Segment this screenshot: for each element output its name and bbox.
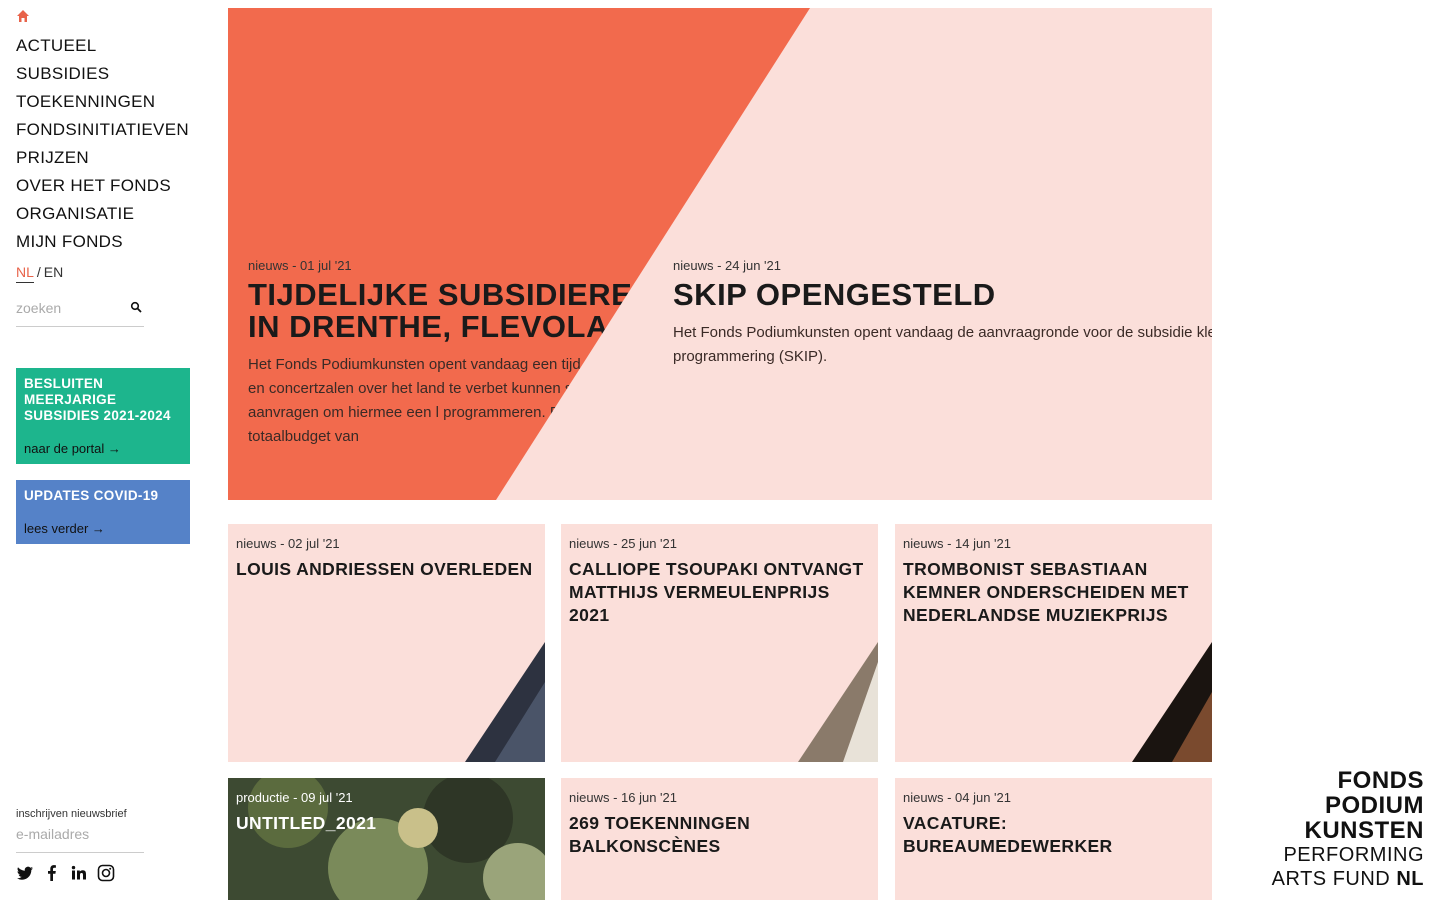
- newsletter-label: inschrijven nieuwsbrief: [16, 808, 127, 820]
- article-meta: nieuws - 02 jul '21: [236, 536, 340, 551]
- sidebar: ACTUEEL SUBSIDIES TOEKENNINGEN FONDSINIT…: [0, 0, 210, 900]
- promo-meerjarige-subsidies[interactable]: BESLUITEN MEERJARIGE SUBSIDIES 2021-2024…: [16, 368, 190, 464]
- news-card[interactable]: nieuws - 02 jul '21 LOUIS ANDRIESSEN OVE…: [228, 524, 545, 762]
- article-meta: nieuws - 14 jun '21: [903, 536, 1011, 551]
- article-title: 269 TOEKENNINGEN BALKONSCÈNES: [569, 813, 751, 856]
- home-icon[interactable]: [16, 9, 30, 23]
- news-card[interactable]: nieuws - 14 jun '21 TROMBONIST SEBASTIAA…: [895, 524, 1212, 762]
- nav-item-fondsinitiatieven[interactable]: FONDSINITIATIEVEN: [16, 116, 189, 144]
- nav-item-mijn-fonds[interactable]: MIJN FONDS: [16, 228, 189, 256]
- fonds-podiumkunsten-logo[interactable]: FONDS PODIUM KUNSTEN PERFORMING ARTS FUN…: [1272, 768, 1424, 891]
- article-title: TROMBONIST SEBASTIAAN KEMNER ONDERSCHEID…: [903, 559, 1189, 625]
- logo-line: PODIUM: [1325, 792, 1424, 819]
- instagram-icon[interactable]: [97, 864, 115, 882]
- social-links: [16, 864, 115, 882]
- production-card[interactable]: productie - 09 jul '21 UNTITLED_2021: [228, 778, 545, 900]
- card-image-corner: [798, 642, 878, 762]
- nav-item-subsidies[interactable]: SUBSIDIES: [16, 60, 189, 88]
- nav-item-over-het-fonds[interactable]: OVER HET FONDS: [16, 172, 189, 200]
- lang-en[interactable]: EN: [44, 264, 63, 280]
- promo-covid-updates[interactable]: UPDATES COVID-19 lees verder →: [16, 480, 190, 544]
- promo-link[interactable]: lees verder →: [24, 521, 105, 536]
- linkedin-icon[interactable]: [70, 864, 88, 882]
- article-title: LOUIS ANDRIESSEN OVERLEDEN: [236, 559, 533, 579]
- promo-title: BESLUITEN MEERJARIGE SUBSIDIES 2021-2024: [24, 376, 171, 423]
- article-meta: nieuws - 04 jun '21: [903, 790, 1011, 805]
- hero-slider[interactable]: nieuws - 01 jul '21 TIJDELIJKE SUBSIDIER…: [228, 8, 1212, 500]
- language-switcher: NL / EN: [16, 264, 63, 283]
- lang-nl[interactable]: NL: [16, 264, 34, 283]
- twitter-icon[interactable]: [16, 864, 34, 882]
- news-card[interactable]: nieuws - 25 jun '21 CALLIOPE TSOUPAKI ON…: [561, 524, 878, 762]
- main-nav: ACTUEEL SUBSIDIES TOEKENNINGEN FONDSINIT…: [16, 32, 189, 256]
- lang-separator: /: [36, 264, 41, 280]
- logo-nl: NL: [1396, 868, 1424, 890]
- article-meta: nieuws - 16 jun '21: [569, 790, 677, 805]
- nav-item-organisatie[interactable]: ORGANISATIE: [16, 200, 189, 228]
- search-box: [16, 296, 144, 327]
- hero-diagonal-divider: [496, 8, 1212, 500]
- promo-link[interactable]: naar de portal →: [24, 441, 121, 456]
- logo-line: FONDS: [1337, 767, 1424, 794]
- nav-item-prijzen[interactable]: PRIJZEN: [16, 144, 189, 172]
- article-meta: productie - 09 jul '21: [236, 790, 353, 805]
- hero-slide-right[interactable]: nieuws - 24 jun '21 SKIP OPENGESTELD Het…: [673, 258, 1212, 369]
- article-title: CALLIOPE TSOUPAKI ONTVANGT MATTHIJS VERM…: [569, 559, 864, 625]
- logo-line: PERFORMING: [1283, 844, 1424, 866]
- search-icon[interactable]: [130, 301, 142, 313]
- email-field[interactable]: [16, 822, 144, 853]
- logo-line: KUNSTEN: [1304, 817, 1424, 844]
- article-title: VACATURE: BUREAUMEDEWERKER: [903, 813, 1113, 856]
- facebook-icon[interactable]: [43, 864, 61, 882]
- logo-line-last: ARTS FUND NL: [1272, 868, 1424, 891]
- card-image-corner: [1132, 642, 1212, 762]
- article-excerpt: Het Fonds Podiumkunsten opent vandaag de…: [673, 324, 1212, 365]
- article-meta: nieuws - 24 jun '21: [673, 258, 781, 273]
- nav-item-actueel[interactable]: ACTUEEL: [16, 32, 189, 60]
- promo-title: UPDATES COVID-19: [24, 488, 159, 503]
- card-image-corner: [465, 642, 545, 762]
- logo-text: ARTS FUND: [1271, 868, 1391, 890]
- article-title: SKIP OPENGESTELD: [673, 277, 996, 312]
- nav-item-toekenningen[interactable]: TOEKENNINGEN: [16, 88, 189, 116]
- newsletter-signup: inschrijven nieuwsbrief: [16, 808, 144, 853]
- news-card[interactable]: nieuws - 16 jun '21 269 TOEKENNINGEN BAL…: [561, 778, 878, 900]
- news-card[interactable]: nieuws - 04 jun '21 VACATURE: BUREAUMEDE…: [895, 778, 1212, 900]
- search-input[interactable]: [16, 296, 116, 320]
- article-meta: nieuws - 25 jun '21: [569, 536, 677, 551]
- article-title: UNTITLED_2021: [236, 813, 377, 833]
